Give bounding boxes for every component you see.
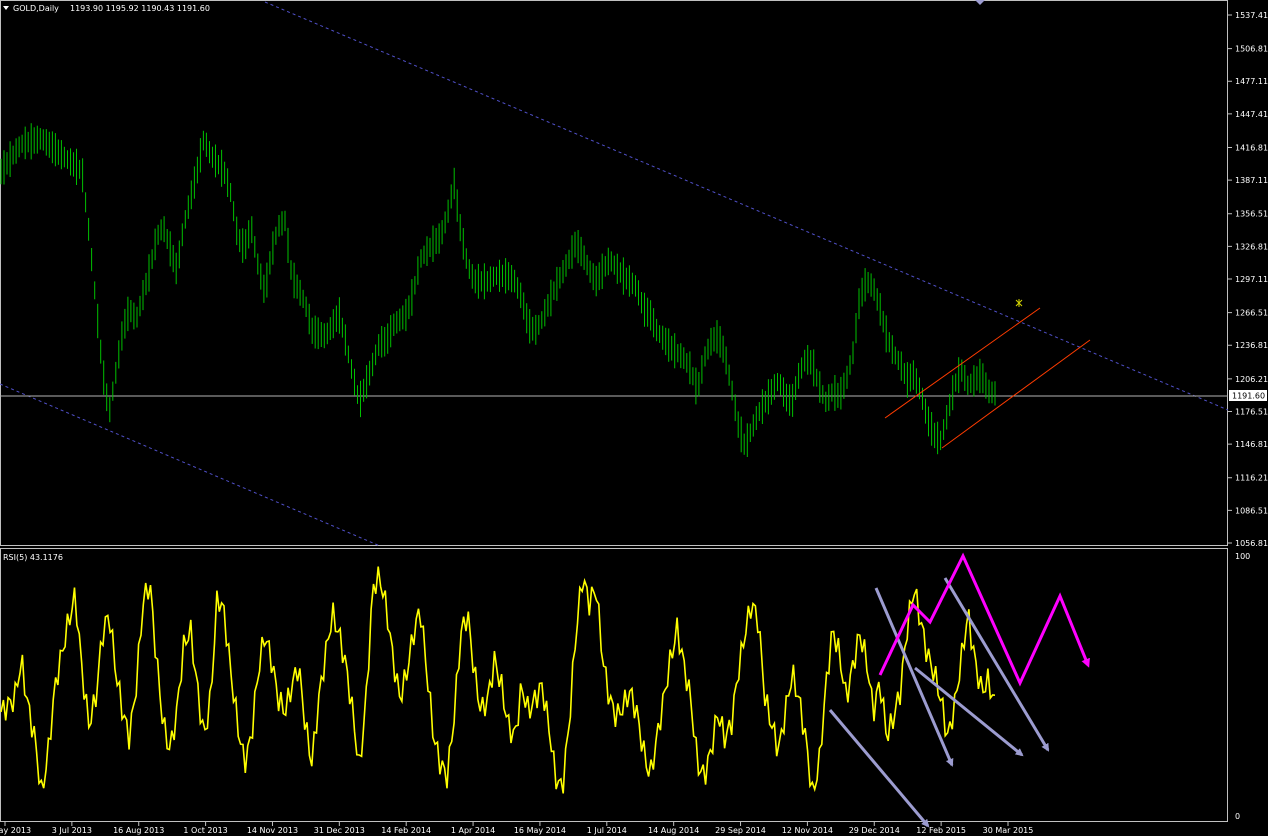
rsi-line [0,566,996,794]
price-tick-label: 1326.81 [1235,242,1268,251]
price-tick-label: 1447.41 [1235,110,1268,119]
price-tick-label: 1086.51 [1235,506,1268,515]
price-tick-label: 1266.51 [1235,309,1268,318]
time-tick-label: 14 Nov 2013 [247,826,298,835]
time-tick-label: 1 Jul 2014 [587,826,627,835]
time-tick-label: 29 Dec 2014 [849,826,900,835]
ohlc-label: 1193.90 1195.92 1190.43 1191.60 [70,4,210,13]
time-tick-label: 1 Apr 2014 [451,826,495,835]
trend-channel-lower [941,339,1091,449]
price-tick-label: 1206.21 [1235,375,1268,384]
rsi-axis: 100 0 [1235,552,1250,821]
rsi-tick-label: 100 [1235,552,1250,561]
time-tick-label: 1 Oct 2013 [183,826,227,835]
grey-projection-arrows [828,577,1050,828]
symbol-label: GOLD,Daily [13,4,59,13]
price-tick-label: 1387.11 [1235,176,1268,185]
rsi-pane-frame [0,548,1228,822]
arrow-marker-icon [1015,299,1023,307]
price-tick-label: 1356.51 [1235,210,1268,219]
scroll-marker-icon[interactable] [975,0,985,5]
chart-canvas: 1537.41 1506.81 1477.11 1447.41 1416.81 1387.… [0,0,1268,835]
price-tick-label: 1416.81 [1235,143,1268,152]
time-axis: 20 May 2013 3 Jul 2013 16 Aug 2013 1 Oct 20… [0,822,1033,835]
rsi-series-line [0,566,996,794]
channel-lower-line [0,383,381,547]
trend-channel-upper [884,307,1041,419]
time-tick-label: 29 Sep 2014 [715,826,766,835]
arrow-down-1 [828,709,930,828]
time-tick-label: 14 Aug 2014 [648,826,699,835]
time-tick-label: 30 Mar 2015 [983,826,1034,835]
rising-trend-channel [884,307,1091,449]
price-tick-label: 1056.81 [1235,539,1268,548]
current-price-tag: 1191.60 [1229,390,1267,401]
price-tick-label: 1297.11 [1235,275,1268,284]
time-tick-label: 3 Jul 2013 [52,826,92,835]
price-axis: 1537.41 1506.81 1477.11 1447.41 1416.81 1387.… [1228,11,1268,548]
price-candles [0,123,996,457]
magenta-zigzag-projection [878,552,1090,687]
chart-menu-icon[interactable] [3,6,9,10]
price-tick-label: 1116.21 [1235,474,1268,483]
rsi-label: RSI(5) 43.1176 [3,553,63,562]
price-tick-label: 1146.81 [1235,440,1268,449]
time-tick-label: 16 May 2014 [514,826,566,835]
price-tick-label: 1537.41 [1235,11,1268,20]
current-price-label: 1191.60 [1232,392,1265,401]
time-tick-label: 31 Dec 2013 [314,826,365,835]
time-tick-label: 12 Feb 2015 [916,826,966,835]
price-tick-label: 1176.51 [1235,407,1268,416]
channel-upper-line [264,1,1229,411]
time-tick-label: 20 May 2013 [0,826,31,835]
price-tick-label: 1506.81 [1235,45,1268,54]
price-tick-label: 1477.11 [1235,77,1268,86]
time-tick-label: 16 Aug 2013 [113,826,164,835]
time-tick-label: 14 Feb 2014 [381,826,431,835]
price-tick-label: 1236.81 [1235,341,1268,350]
time-tick-label: 12 Nov 2014 [782,826,833,835]
rsi-tick-label: 0 [1235,812,1240,821]
